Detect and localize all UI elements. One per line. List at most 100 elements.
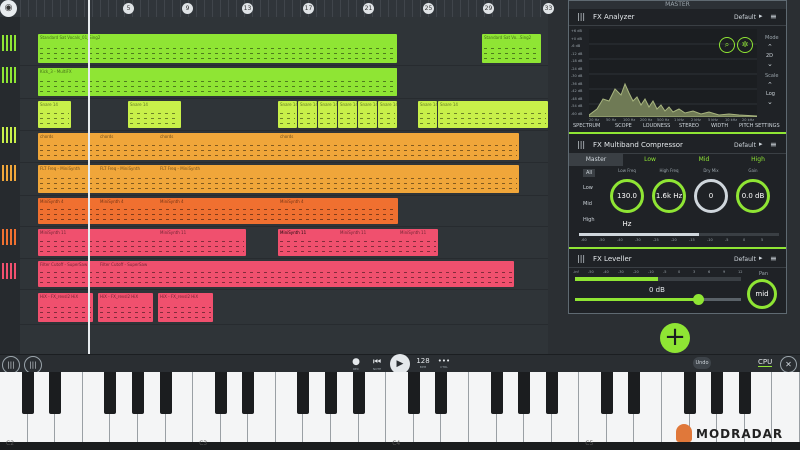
track-instrument-icon[interactable] bbox=[2, 229, 18, 245]
pattern-clip[interactable]: Standard Sat Vocals_01_Sing2 bbox=[38, 34, 397, 63]
piano-black-key[interactable] bbox=[711, 372, 724, 414]
piano-black-key[interactable] bbox=[21, 372, 34, 414]
ruler-bar-marker[interactable]: 13 bbox=[242, 3, 253, 14]
play-arrow-icon[interactable]: ▸ bbox=[759, 254, 763, 262]
track-instrument-icon[interactable] bbox=[2, 263, 18, 279]
cpu-indicator[interactable]: CPU bbox=[758, 358, 773, 367]
piano-black-key[interactable] bbox=[104, 372, 117, 414]
ruler-bar-marker[interactable]: 33 bbox=[543, 3, 554, 14]
pattern-clip[interactable]: Snare 14 bbox=[378, 101, 397, 128]
piano-black-key[interactable] bbox=[131, 372, 144, 414]
timeline-ruler[interactable]: 5 9 13 17 21 25 29 33 bbox=[0, 0, 554, 18]
compressor-knob[interactable]: 130.0 Hz bbox=[610, 179, 644, 228]
pattern-clip[interactable]: Snare 14 bbox=[298, 101, 317, 128]
leveller-gain-slider[interactable] bbox=[575, 294, 741, 305]
play-button[interactable]: ▶ bbox=[390, 354, 410, 374]
analyzer-tab[interactable]: PITCH bbox=[739, 123, 754, 129]
pan-knob[interactable]: mid bbox=[747, 279, 777, 309]
analyzer-tab[interactable]: STEREO bbox=[679, 123, 699, 129]
analyzer-tab[interactable]: SETTINGS bbox=[755, 123, 780, 129]
pattern-clip[interactable]: Snare 14 bbox=[318, 101, 337, 128]
playhead-handle-icon[interactable]: ◉ bbox=[0, 0, 17, 17]
band-tab[interactable]: High bbox=[731, 154, 785, 166]
pattern-clip[interactable]: HiX - FX_revsl2 HiX bbox=[158, 293, 213, 322]
pattern-clip[interactable]: HiX - FX_revsl2 HiX bbox=[38, 293, 93, 322]
record-button[interactable]: ● REC bbox=[349, 357, 363, 371]
scale-value[interactable]: Log bbox=[766, 91, 775, 97]
track-instrument-icon[interactable] bbox=[2, 67, 18, 83]
piano-black-key[interactable] bbox=[600, 372, 613, 414]
piano-black-key[interactable] bbox=[49, 372, 62, 414]
menu-icon[interactable]: ≡ bbox=[770, 140, 777, 149]
track-lane-fx[interactable]: HiX - FX_revsl2 HiX HiX - FX_revsl2 HiX Hi… bbox=[20, 291, 548, 325]
track-instrument-icon[interactable] bbox=[2, 165, 18, 181]
track-lane-filtercutoff[interactable]: Filter Cutoff - SuperSaw Filter Cutoff - … bbox=[20, 259, 548, 290]
track-lane-snare[interactable]: Snare 14 Snare 14 Snare 14 Snare 14 Snare 14… bbox=[20, 99, 548, 131]
pattern-clip[interactable]: Snare 14 bbox=[128, 101, 181, 128]
compressor-preset[interactable]: Default bbox=[734, 142, 756, 149]
track-lane-kick[interactable]: Kick_3 - MultiFXKick_3 - MultiFX bbox=[20, 66, 548, 99]
pattern-clip[interactable]: Snare 14 bbox=[38, 101, 71, 128]
analyzer-tab[interactable]: WIDTH bbox=[711, 123, 728, 129]
band-tab[interactable]: Low bbox=[623, 154, 677, 166]
settings-gear-icon[interactable]: ✲ bbox=[737, 37, 753, 53]
ctrl-button[interactable]: ••• CTRL bbox=[436, 357, 452, 369]
pattern-clip[interactable]: MiniSynth 11 bbox=[38, 229, 246, 256]
piano-black-key[interactable] bbox=[242, 372, 255, 414]
leveller-preset[interactable]: Default bbox=[734, 256, 756, 263]
pattern-clip[interactable]: Kick_3 - MultiFX bbox=[38, 68, 397, 96]
pattern-clip[interactable]: MiniSynth 4 bbox=[38, 198, 398, 224]
track-lane-minisynth4[interactable]: MiniSynth 4 MiniSynth 4 MiniSynth 4 MiniSyn… bbox=[20, 196, 548, 227]
chevron-up-icon[interactable]: ⌃ bbox=[767, 81, 773, 89]
pattern-clip[interactable]: Snare 14 bbox=[358, 101, 377, 128]
note-button[interactable]: ⏮ NOTE bbox=[370, 357, 384, 371]
ruler-bar-marker[interactable]: 9 bbox=[182, 3, 193, 14]
piano-black-key[interactable] bbox=[159, 372, 172, 414]
pattern-clip[interactable]: Snare 14 bbox=[338, 101, 357, 128]
piano-black-key[interactable] bbox=[297, 372, 310, 414]
band-row[interactable]: Mid bbox=[583, 201, 592, 207]
mode-value[interactable]: 2D bbox=[766, 53, 773, 59]
piano-black-key[interactable] bbox=[352, 372, 365, 414]
piano-black-key[interactable] bbox=[407, 372, 420, 414]
band-row[interactable]: High bbox=[583, 217, 595, 223]
piano-black-key[interactable] bbox=[628, 372, 641, 414]
ruler-bar-marker[interactable]: 25 bbox=[423, 3, 434, 14]
analyzer-tab[interactable]: SPECTRUM bbox=[573, 123, 600, 129]
piano-black-key[interactable] bbox=[545, 372, 558, 414]
menu-icon[interactable]: ≡ bbox=[770, 254, 777, 263]
close-keyboard-button[interactable]: ✕ bbox=[780, 356, 797, 373]
track-lane-vocals[interactable]: Standard Sat Vocals_01_Sing2 Standard Sat… bbox=[20, 32, 548, 66]
track-lane-chords[interactable]: chords chords chords chords bbox=[20, 131, 548, 163]
pattern-clip[interactable]: Standard Sat Vo...Sing2 bbox=[482, 34, 541, 63]
track-instrument-icon[interactable] bbox=[2, 127, 18, 143]
ruler-bar-marker[interactable]: 21 bbox=[363, 3, 374, 14]
piano-black-key[interactable] bbox=[490, 372, 503, 414]
play-arrow-icon[interactable]: ▸ bbox=[759, 140, 763, 148]
track-lane-minisynth11[interactable]: MiniSynth 11 MiniSynth 11 MiniSynth 11 Mini… bbox=[20, 227, 548, 259]
band-tab[interactable]: Master bbox=[569, 154, 623, 166]
piano-black-key[interactable] bbox=[738, 372, 751, 414]
chevron-down-icon[interactable]: ⌄ bbox=[767, 98, 773, 106]
track-instrument-icon[interactable] bbox=[2, 35, 18, 51]
arrangement-view[interactable]: Standard Sat Vocals_01_Sing2 Standard Sat… bbox=[20, 17, 548, 354]
add-button[interactable]: + bbox=[660, 323, 690, 353]
ruler-bar-marker[interactable]: 29 bbox=[483, 3, 494, 14]
zoom-icon[interactable]: ⌕ bbox=[719, 37, 735, 53]
track-lane-flfreq[interactable]: FLT Freq - MiniSynth FLT Freq - MiniSynth… bbox=[20, 163, 548, 196]
band-row[interactable]: Low bbox=[583, 185, 593, 191]
slider-thumb[interactable] bbox=[693, 294, 704, 305]
pattern-clip[interactable]: Snare 14 bbox=[278, 101, 297, 128]
playhead[interactable] bbox=[88, 0, 90, 354]
piano-black-key[interactable] bbox=[435, 372, 448, 414]
pattern-clip[interactable]: Snare 14 bbox=[418, 101, 437, 128]
analyzer-tab[interactable]: LOUDNESS bbox=[643, 123, 670, 129]
ruler-bar-marker[interactable]: 17 bbox=[303, 3, 314, 14]
pattern-clip[interactable]: HiX - FX_revsl2 HiX bbox=[98, 293, 153, 322]
band-tab[interactable]: Mid bbox=[677, 154, 731, 166]
pattern-clip[interactable]: Snare 14 bbox=[438, 101, 548, 128]
chevron-down-icon[interactable]: ⌄ bbox=[767, 60, 773, 68]
compressor-knob[interactable]: 1.6k Hz bbox=[652, 179, 686, 213]
ruler-bar-marker[interactable]: 5 bbox=[123, 3, 134, 14]
analyzer-preset[interactable]: Default bbox=[734, 14, 756, 21]
